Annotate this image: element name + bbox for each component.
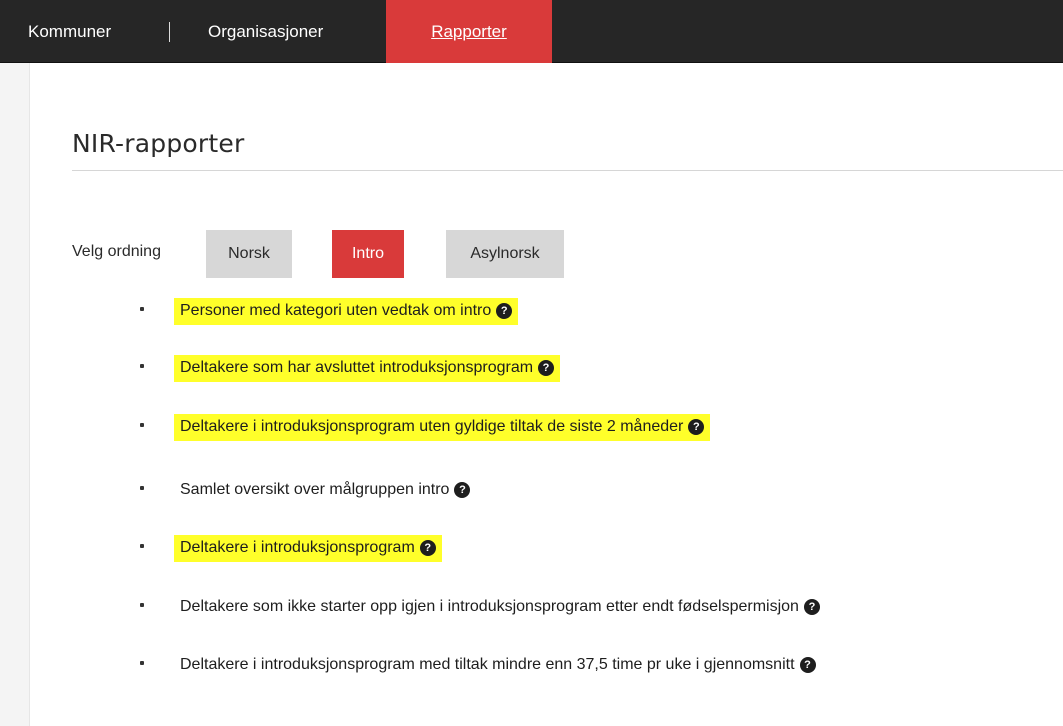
nav-item-rapporter[interactable]: Rapporter — [386, 0, 552, 63]
report-link[interactable]: Deltakere i introduksjonsprogram uten gy… — [174, 414, 711, 441]
report-link[interactable]: Deltakere som har avsluttet introduksjon… — [174, 355, 561, 382]
nav-item-kommuner[interactable]: Kommuner — [28, 0, 111, 63]
question-circle-icon[interactable]: ? — [799, 657, 816, 673]
bullet — [140, 364, 144, 368]
bullet — [140, 661, 144, 665]
question-circle-icon[interactable]: ? — [803, 599, 820, 615]
report-label: Deltakere som ikke starter opp igjen i i… — [180, 598, 799, 615]
nav-separator — [169, 22, 170, 42]
report-label: Samlet oversikt over målgruppen intro — [180, 481, 450, 498]
title-divider — [72, 170, 1063, 171]
bullet — [140, 486, 144, 490]
report-label: Deltakere i introduksjonsprogram — [180, 539, 415, 556]
scheme-button-norsk[interactable]: Norsk — [206, 230, 292, 278]
report-link[interactable]: Deltakere som ikke starter opp igjen i i… — [174, 594, 826, 621]
bullet — [140, 307, 144, 311]
question-circle-icon[interactable]: ? — [454, 482, 471, 498]
nav-item-organisasjoner[interactable]: Organisasjoner — [208, 0, 323, 63]
left-gutter — [0, 63, 30, 726]
report-label: Personer med kategori uten vedtak om int… — [180, 302, 492, 319]
report-label: Deltakere som har avsluttet introduksjon… — [180, 359, 534, 376]
report-link[interactable]: Deltakere i introduksjonsprogram med til… — [174, 652, 822, 679]
question-circle-icon[interactable]: ? — [419, 540, 436, 556]
bullet — [140, 423, 144, 427]
question-circle-icon[interactable]: ? — [538, 360, 555, 376]
page-title: NIR-rapporter — [72, 129, 245, 158]
scheme-button-asylnorsk[interactable]: Asylnorsk — [446, 230, 564, 278]
scheme-label: Velg ordning — [72, 243, 161, 260]
main-navigation: Kommuner Organisasjoner Rapporter — [0, 0, 1063, 63]
report-link[interactable]: Samlet oversikt over målgruppen intro? — [174, 477, 476, 504]
scheme-button-intro[interactable]: Intro — [332, 230, 404, 278]
report-label: Deltakere i introduksjonsprogram med til… — [180, 656, 795, 673]
report-link[interactable]: Deltakere i introduksjonsprogram? — [174, 535, 442, 562]
bullet — [140, 544, 144, 548]
report-label: Deltakere i introduksjonsprogram uten gy… — [180, 418, 684, 435]
report-link[interactable]: Personer med kategori uten vedtak om int… — [174, 298, 519, 325]
bullet — [140, 603, 144, 607]
question-circle-icon[interactable]: ? — [496, 303, 513, 319]
question-circle-icon[interactable]: ? — [688, 419, 705, 435]
